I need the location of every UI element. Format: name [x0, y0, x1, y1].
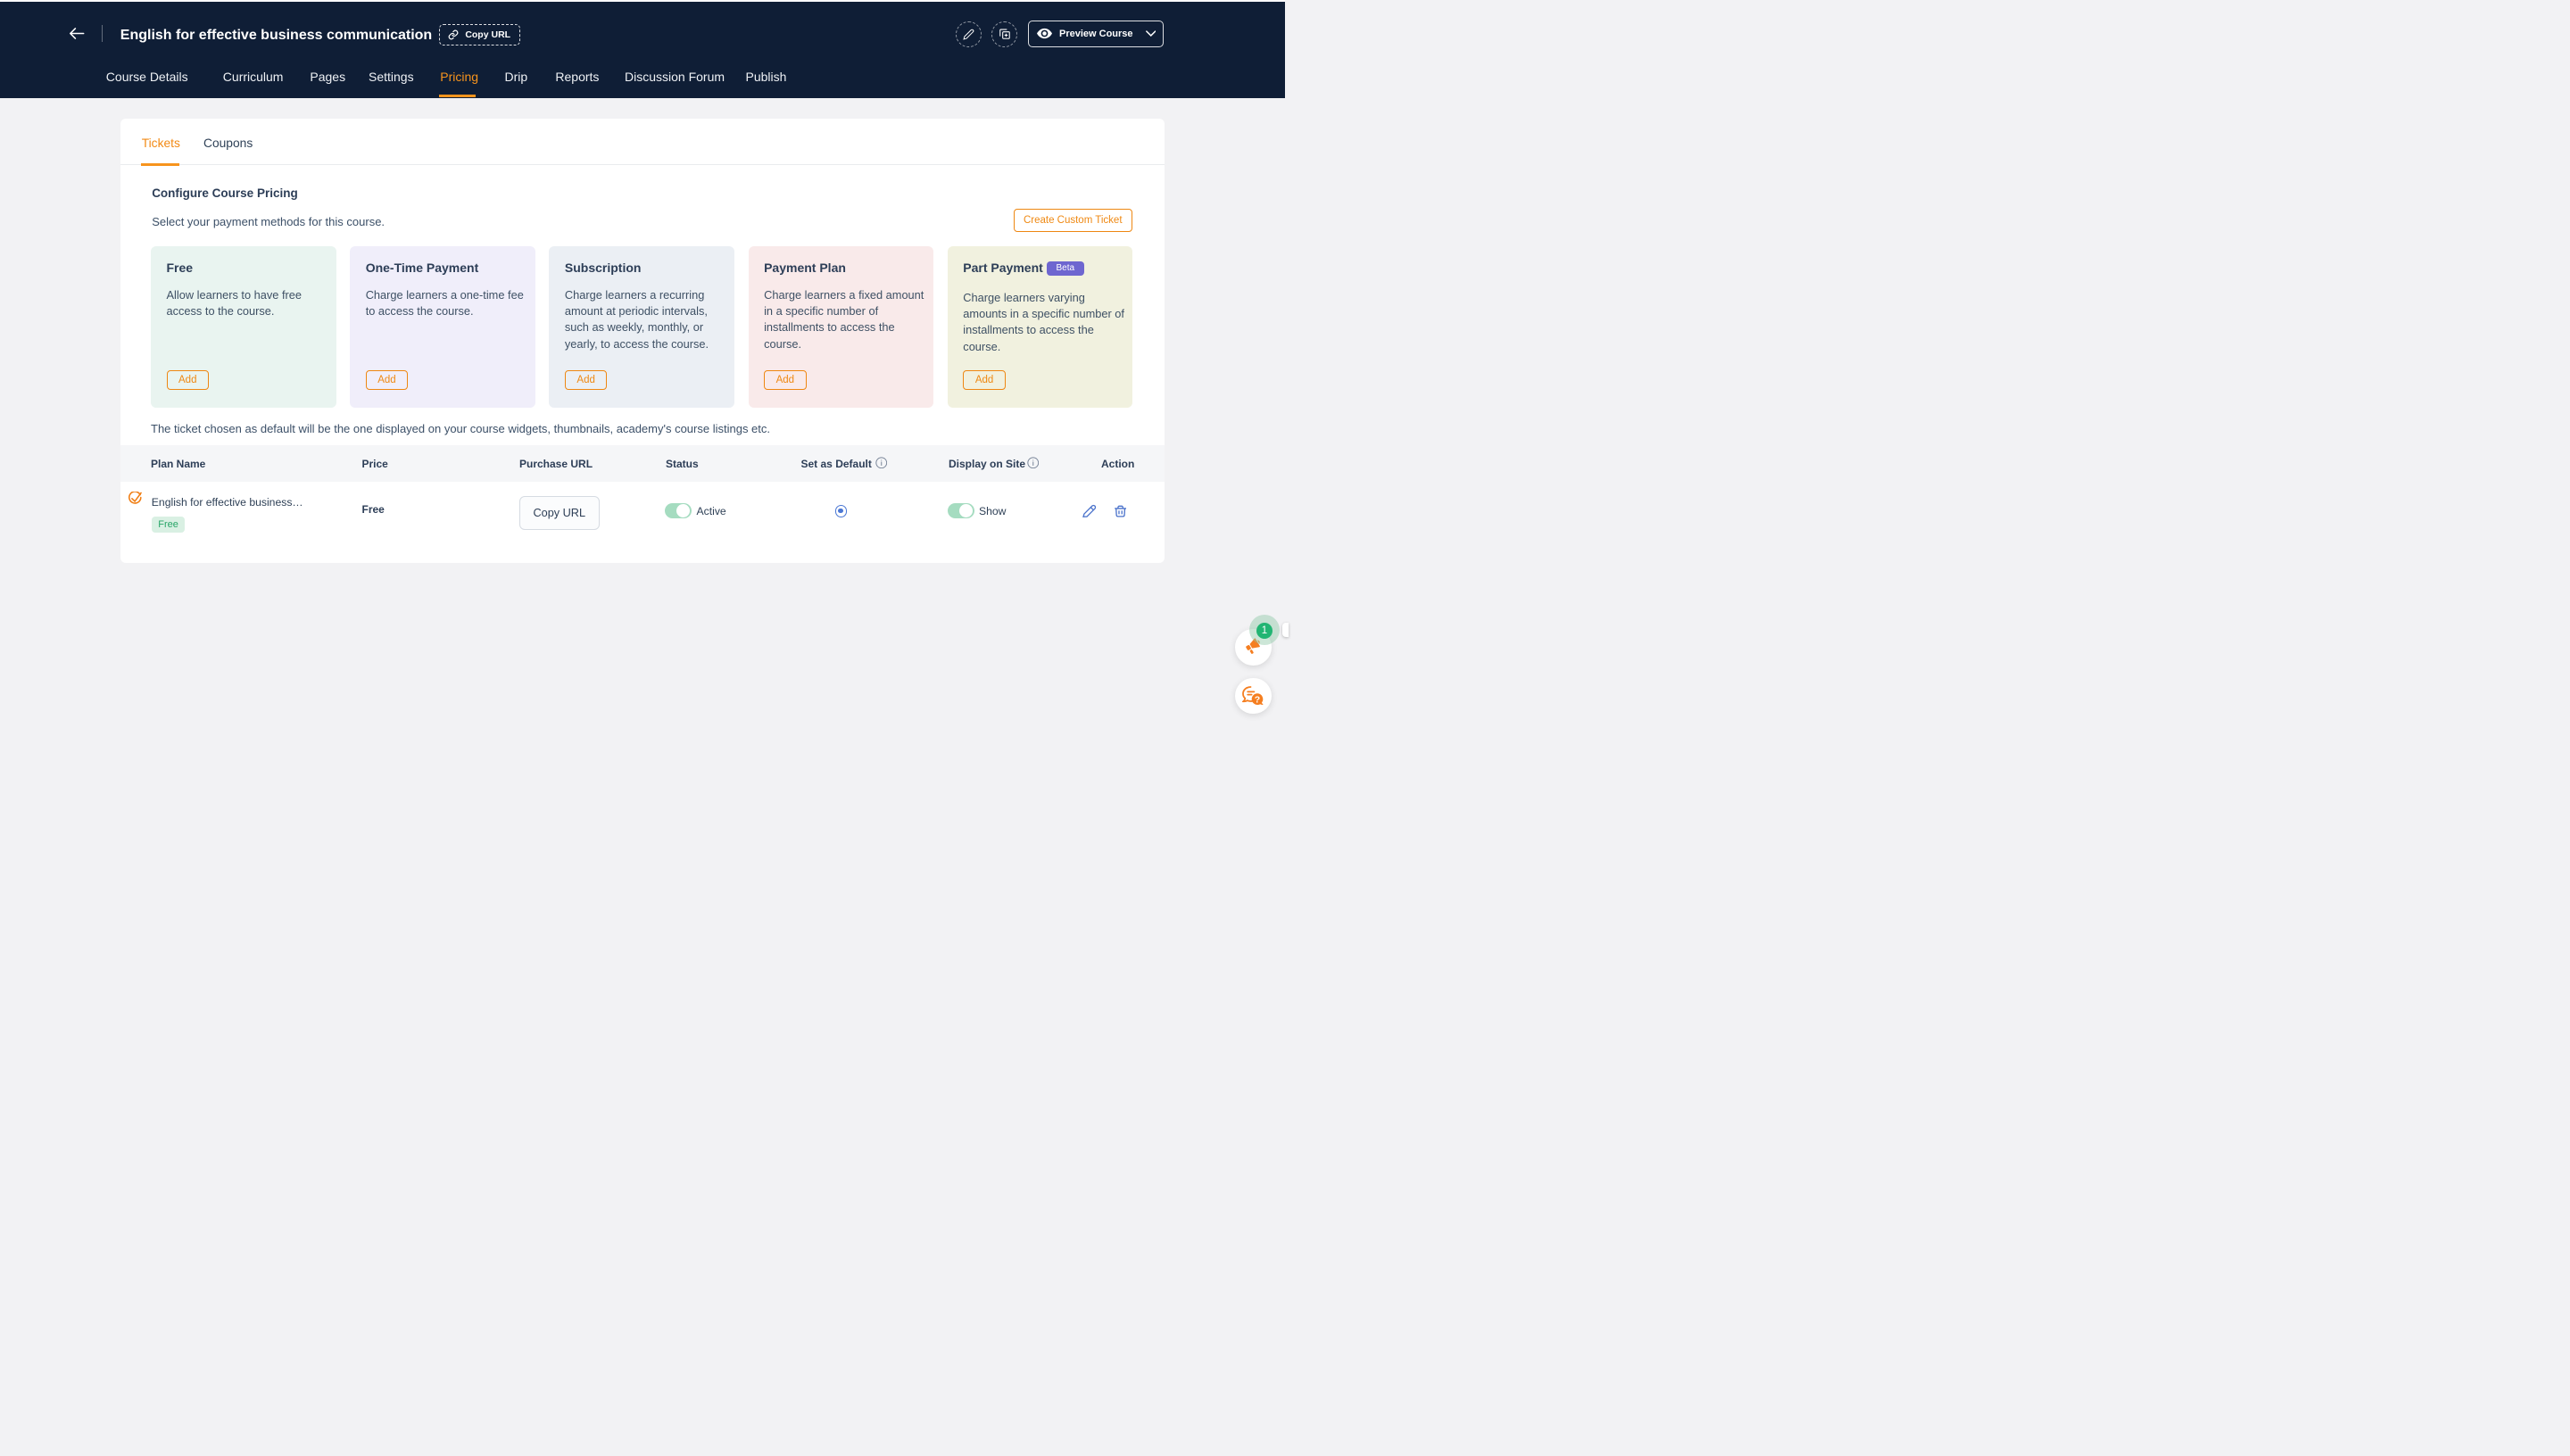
svg-text:?: ? — [1254, 694, 1259, 705]
